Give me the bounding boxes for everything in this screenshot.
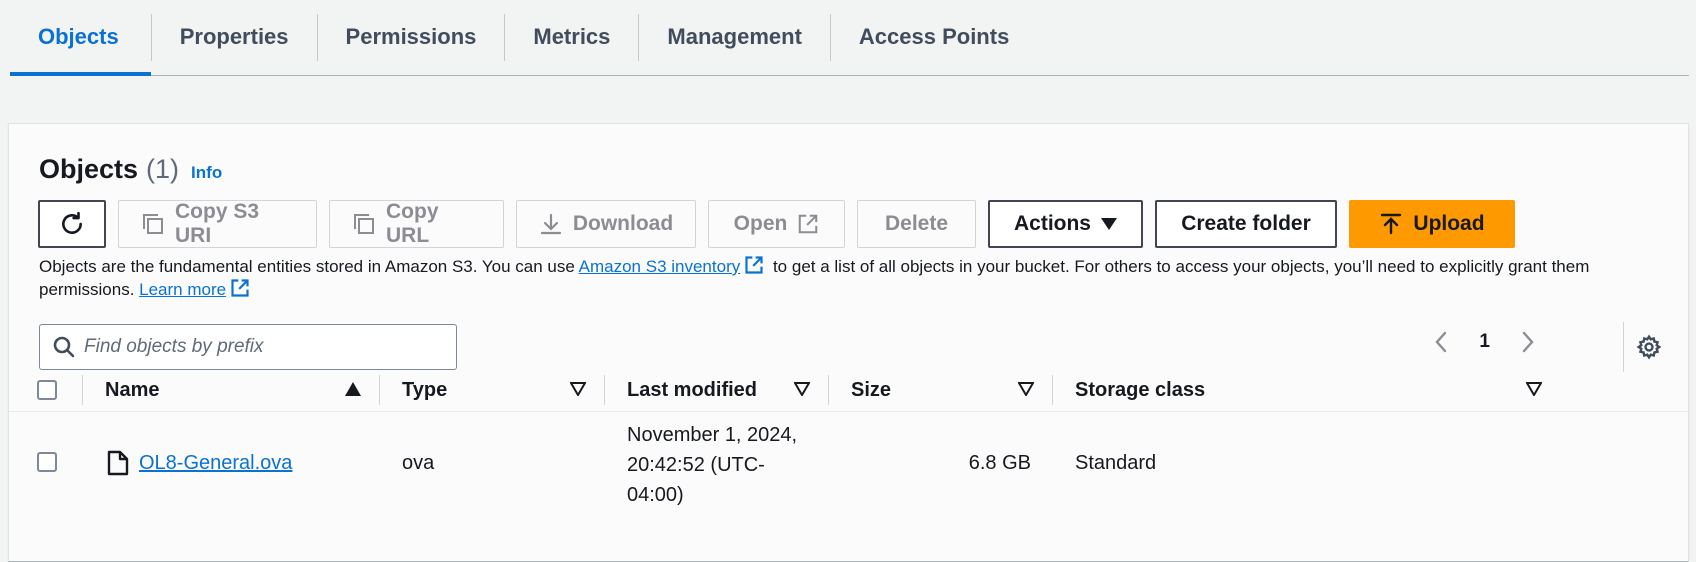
select-all-checkbox[interactable] (37, 380, 57, 400)
download-icon (540, 213, 561, 235)
last-modified-line: 04:00) (627, 484, 684, 506)
delete-label: Delete (884, 212, 949, 235)
external-link-icon (745, 256, 763, 274)
tab-access-points[interactable]: Access Points (831, 0, 1037, 74)
objects-description: Objects are the fundamental entities sto… (39, 255, 1679, 301)
chevron-right-icon[interactable] (1520, 330, 1536, 354)
gear-icon (1636, 334, 1661, 360)
delete-button[interactable]: Delete (857, 200, 976, 248)
table-header: Name Type Last modified Size Storage cla… (9, 368, 1688, 412)
upload-icon (1381, 213, 1402, 235)
copy-icon (143, 214, 163, 234)
object-storage-class: Standard (1075, 452, 1157, 474)
tab-bar: Objects Properties Permissions Metrics M… (10, 0, 1689, 76)
copy-s3-uri-label: Copy S3 URI (175, 200, 260, 247)
tab-permissions[interactable]: Permissions (318, 0, 505, 74)
object-type: ova (402, 452, 435, 474)
sort-icon[interactable] (570, 382, 586, 396)
column-header-name[interactable]: Name (105, 368, 159, 412)
sort-icon[interactable] (1018, 382, 1034, 396)
create-folder-label: Create folder (1181, 212, 1311, 235)
upload-label: Upload (1413, 212, 1485, 235)
s3-inventory-link[interactable]: Amazon S3 inventory (579, 257, 741, 276)
tab-metrics[interactable]: Metrics (505, 0, 638, 74)
column-divider (828, 375, 829, 405)
sort-icon[interactable] (794, 382, 810, 396)
chevron-left-icon[interactable] (1433, 330, 1449, 354)
column-header-type[interactable]: Type (402, 368, 447, 412)
last-modified-line: 20:42:52 (UTC- (627, 454, 765, 476)
tab-management[interactable]: Management (639, 0, 829, 74)
upload-button[interactable]: Upload (1349, 200, 1515, 248)
actions-label: Actions (1013, 212, 1091, 235)
column-divider (1052, 375, 1053, 405)
copy-url-button[interactable]: Copy URL (329, 200, 504, 248)
learn-more-link[interactable]: Learn more (139, 280, 226, 299)
objects-panel: Objects (1) Info Copy S3 URI Copy URL Do (8, 123, 1689, 562)
tab-properties[interactable]: Properties (152, 0, 317, 74)
create-folder-button[interactable]: Create folder (1155, 200, 1337, 248)
copy-s3-uri-button[interactable]: Copy S3 URI (118, 200, 317, 248)
column-divider (379, 375, 380, 405)
object-count: (1) (146, 154, 180, 184)
object-last-modified: November 1, 2024, 20:42:52 (UTC- 04:00) (627, 420, 797, 510)
column-header-size[interactable]: Size (851, 368, 891, 412)
search-box (39, 324, 457, 370)
sort-icon[interactable] (1526, 382, 1542, 396)
actions-dropdown[interactable]: Actions (988, 200, 1143, 248)
tab-objects[interactable]: Objects (10, 0, 151, 76)
external-link-icon (231, 279, 249, 297)
info-link[interactable]: Info (191, 163, 222, 183)
search-icon (53, 336, 75, 358)
download-button[interactable]: Download (516, 200, 696, 248)
sort-ascending-icon[interactable] (345, 382, 361, 396)
download-label: Download (572, 212, 674, 235)
open-label: Open (733, 212, 788, 235)
description-text-1: Objects are the fundamental entities sto… (39, 257, 579, 276)
copy-icon (354, 214, 374, 234)
copy-url-label: Copy URL (386, 200, 439, 247)
column-header-storage-class[interactable]: Storage class (1075, 368, 1205, 412)
objects-table: Name Type Last modified Size Storage cla… (9, 368, 1688, 512)
pagination: 1 (1433, 330, 1536, 354)
column-header-last-modified[interactable]: Last modified (627, 368, 757, 412)
search-input[interactable] (84, 336, 424, 358)
object-name-link[interactable]: OL8-General.ova (139, 452, 292, 475)
file-icon (107, 450, 129, 476)
panel-title: Objects (39, 154, 139, 184)
page-number[interactable]: 1 (1479, 331, 1490, 353)
refresh-icon (62, 211, 82, 234)
column-divider (604, 375, 605, 405)
row-checkbox[interactable] (37, 452, 57, 472)
table-preferences-button[interactable] (1623, 322, 1673, 372)
open-button[interactable]: Open (708, 200, 845, 248)
external-link-icon (799, 214, 818, 234)
last-modified-line: November 1, 2024, (627, 424, 798, 446)
caret-down-icon (1101, 218, 1117, 230)
column-divider (82, 375, 83, 405)
refresh-button[interactable] (38, 200, 106, 248)
table-row: OL8-General.ova ova November 1, 2024, 20… (9, 412, 1688, 512)
object-size: 6.8 GB (968, 452, 1031, 474)
toolbar: Copy S3 URI Copy URL Download Open Delet… (38, 200, 1515, 248)
panel-header: Objects (1) Info (39, 154, 222, 185)
